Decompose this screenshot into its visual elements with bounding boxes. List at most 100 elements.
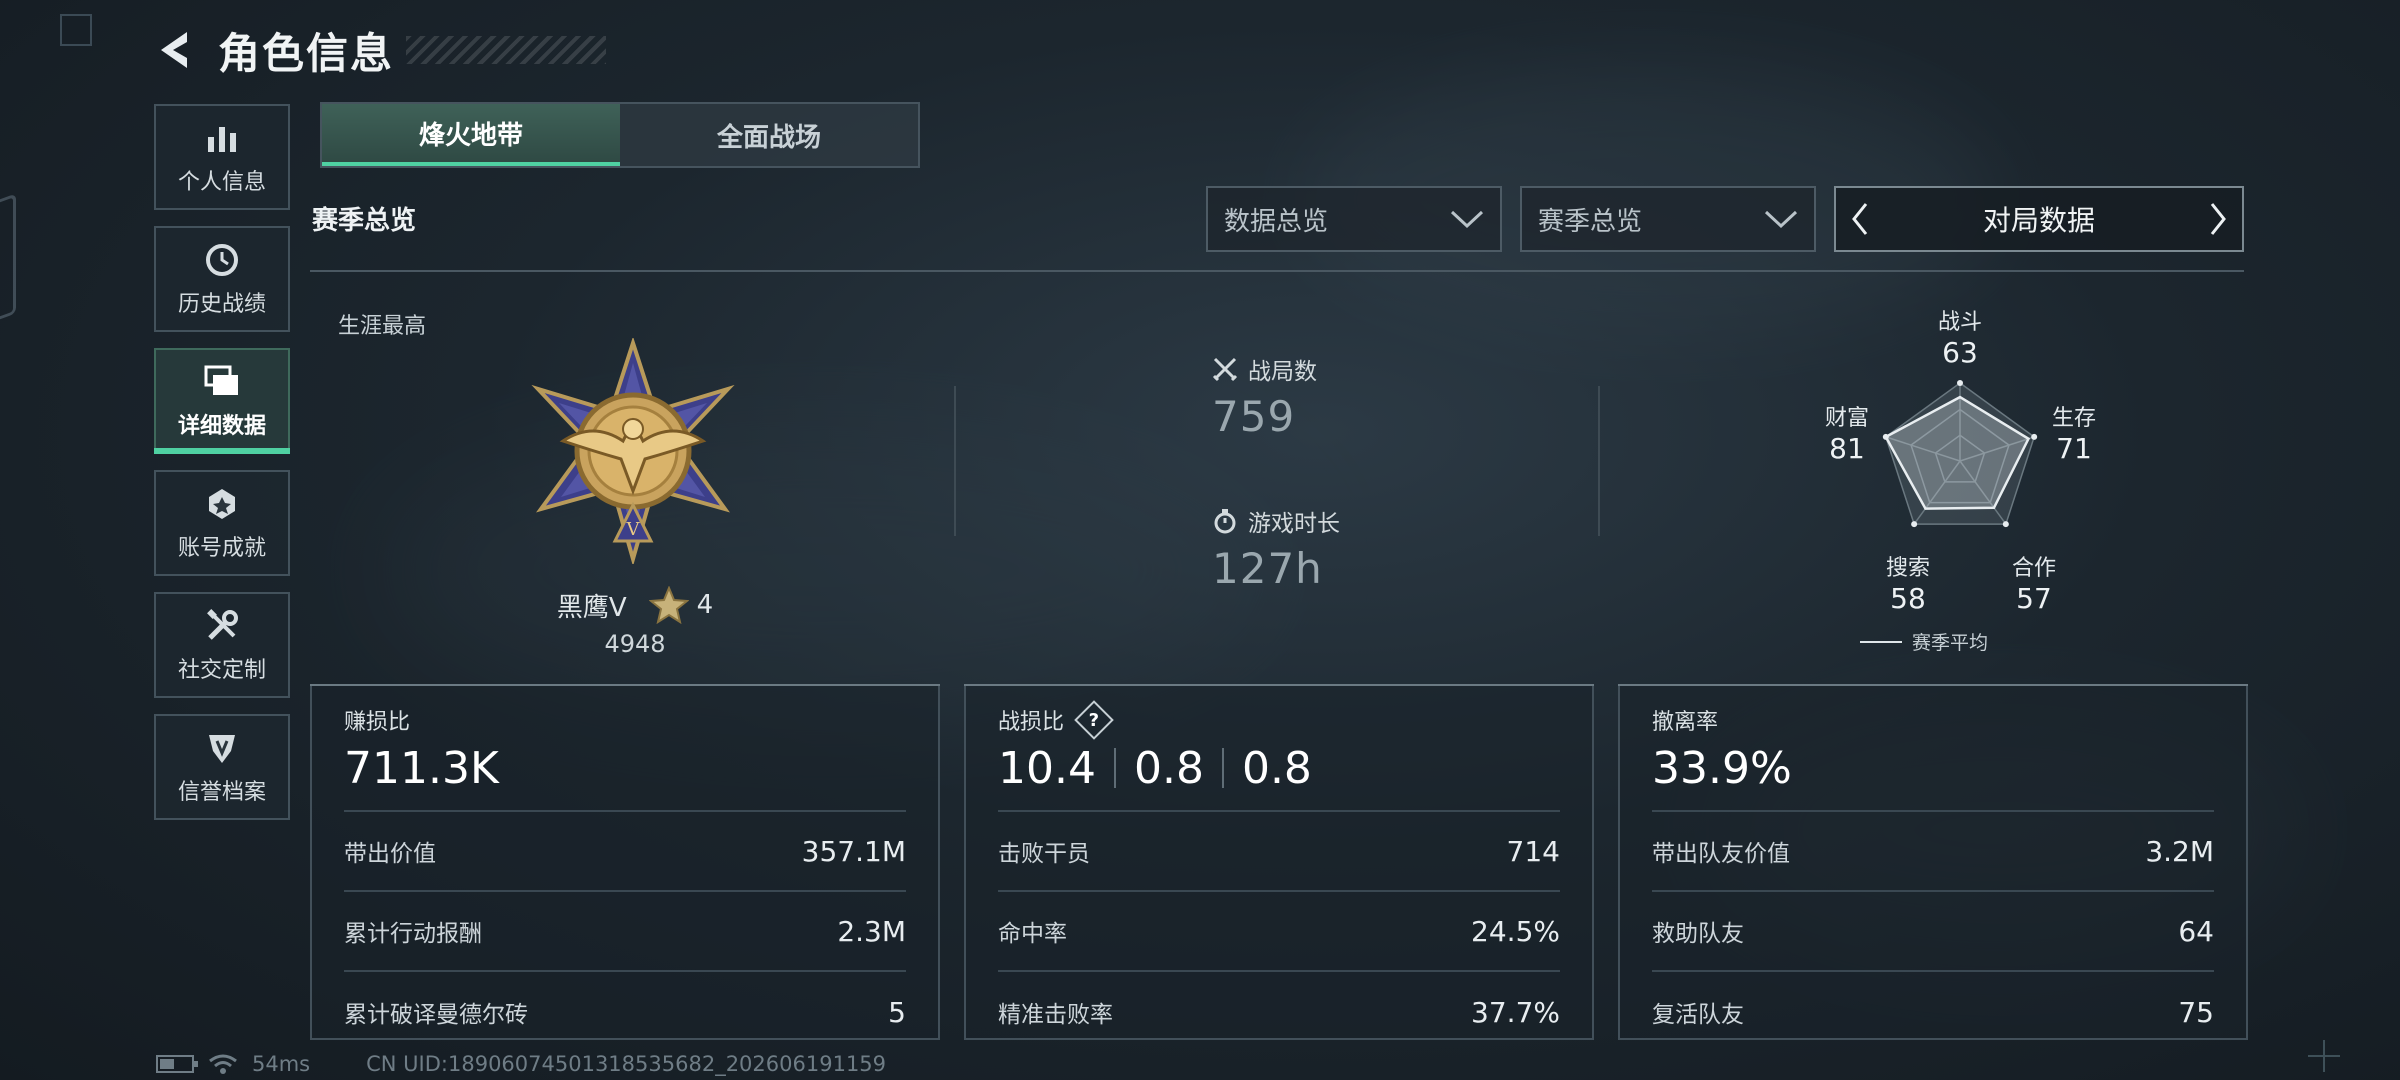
nav-detailed-data[interactable]: 详细数据 — [154, 348, 290, 454]
dropdown-value: 赛季总览 — [1538, 206, 1643, 237]
help-icon[interactable]: ? — [1074, 700, 1114, 740]
status-footer: 54ms CN UID:18906074501318535682_2026061… — [156, 1052, 886, 1076]
next-button[interactable] — [2194, 188, 2242, 250]
card-rows: 带出价值 357.1M 累计行动报酬 2.3M 累计破译曼德尔砖 5 — [344, 810, 906, 1052]
radar-axis-label: 财富 — [1824, 406, 1869, 431]
kd-card: 战损比 ? 10.4 0.8 0.8 击败干员 714 命中率 24.5% 精准击败… — [964, 684, 1594, 1040]
nav-social-custom[interactable]: 社交定制 — [154, 592, 290, 698]
career-best-label: 生涯最高 — [338, 314, 427, 339]
nav-label: 账号成就 — [177, 536, 266, 561]
data-overview-dropdown[interactable]: 数据总览 — [1206, 186, 1502, 252]
ratio-separator — [1113, 748, 1116, 788]
chevron-left-icon — [1852, 203, 1868, 235]
vertical-separator — [954, 386, 956, 536]
row-value: 64 — [2178, 914, 2214, 948]
nav-label: 个人信息 — [177, 170, 266, 195]
chevron-right-icon — [2210, 203, 2226, 235]
card-main-value: 711.3K — [344, 742, 499, 794]
title-stripe — [406, 36, 607, 64]
svg-text:V: V — [626, 519, 641, 540]
playtime-label-row: 游戏时长 — [1212, 504, 1340, 538]
section-title: 赛季总览 — [312, 206, 417, 236]
rank-line: 黑鹰V 4 — [500, 586, 770, 624]
row-label: 击败干员 — [998, 841, 1090, 867]
radar-axis-label: 战斗 — [1937, 310, 1982, 335]
row-label: 命中率 — [998, 921, 1067, 947]
row-value: 2.3M — [837, 914, 906, 948]
nav-label: 详细数据 — [177, 414, 266, 439]
card-title: 战损比 — [998, 710, 1065, 735]
radar-axis-label: 合作 — [2011, 556, 2056, 581]
nav-reputation[interactable]: 信誉档案 — [154, 714, 290, 820]
radar-vertex — [1911, 521, 1918, 528]
nav-history[interactable]: 历史战绩 — [154, 226, 290, 332]
star-icon — [648, 586, 689, 624]
cards-icon — [202, 362, 242, 402]
kd-value-2: 0.8 — [1133, 742, 1204, 794]
card-main-value: 10.4 0.8 0.8 — [998, 740, 1560, 796]
nav-label: 社交定制 — [177, 658, 266, 683]
prev-button[interactable] — [1836, 188, 1884, 250]
user-uid: CN UID:18906074501318535682_202606191159 — [366, 1052, 887, 1076]
crosshair-icon — [2308, 1040, 2340, 1072]
kd-value-1: 10.4 — [998, 742, 1096, 794]
nav-label: 信誉档案 — [177, 780, 266, 805]
tab-full-warfare[interactable]: 全面战场 — [620, 104, 918, 166]
legend-label: 赛季平均 — [1912, 632, 1989, 654]
ratio-separator — [1221, 748, 1224, 788]
radar-axis-value: 57 — [2016, 582, 2052, 615]
rank-medal: V — [520, 336, 746, 567]
stopwatch-icon — [1212, 508, 1238, 534]
edge-decoration — [0, 193, 16, 327]
stat-row: 累计破译曼德尔砖 5 — [344, 972, 906, 1052]
row-value: 24.5% — [1471, 914, 1560, 948]
chevron-down-icon — [1764, 210, 1798, 229]
card-title: 赚损比 — [344, 710, 411, 735]
divider — [310, 270, 2244, 272]
radar-chart: 战斗 63 生存 71 合作 57 搜索 58 财富 81 — [1760, 296, 2200, 666]
kd-value-3: 0.8 — [1241, 742, 1312, 794]
stat-row: 精准击败率 37.7% — [998, 972, 1560, 1052]
side-nav: 个人信息 历史战绩 详细数据 账号成就 社交定制 信誉档案 — [154, 104, 290, 836]
card-title: 撤离率 — [1652, 710, 1719, 735]
battery-icon — [156, 1055, 198, 1073]
playtime-stat: 游戏时长 127h — [1212, 504, 1340, 593]
match-data-switcher: 对局数据 — [1834, 186, 2244, 252]
row-label: 带出价值 — [344, 841, 436, 867]
matches-stat: 战局数 759 — [1212, 352, 1317, 441]
back-button[interactable] — [150, 25, 200, 75]
row-label: 带出队友价值 — [1652, 841, 1790, 867]
tab-hazard-zone[interactable]: 烽火地带 — [322, 104, 620, 166]
nav-label: 历史战绩 — [177, 292, 266, 317]
stat-row: 带出价值 357.1M — [344, 812, 906, 892]
nav-personal-info[interactable]: 个人信息 — [154, 104, 290, 210]
row-value: 75 — [2178, 995, 2214, 1029]
radar-axis-value: 63 — [1942, 336, 1978, 369]
season-dropdown[interactable]: 赛季总览 — [1520, 186, 1816, 252]
radar-axis-value: 81 — [1829, 432, 1865, 465]
header: 角色信息 — [150, 20, 607, 80]
radar-vertex — [2002, 521, 2009, 528]
radar-axis-label: 搜索 — [1885, 556, 1930, 581]
chevron-down-icon — [1450, 210, 1484, 229]
tools-icon — [202, 606, 242, 646]
help-glyph: ? — [1088, 709, 1100, 731]
vertical-separator — [1598, 386, 1600, 536]
row-label: 累计破译曼德尔砖 — [344, 1002, 528, 1028]
back-arrow-icon — [161, 32, 187, 68]
stat-row: 带出队友价值 3.2M — [1652, 812, 2214, 892]
row-value: 714 — [1506, 834, 1560, 868]
rank-stars: 4 — [696, 590, 714, 620]
stat-row: 击败干员 714 — [998, 812, 1560, 892]
nav-achievements[interactable]: 账号成就 — [154, 470, 290, 576]
card-rows: 击败干员 714 命中率 24.5% 精准击败率 37.7% — [998, 810, 1560, 1052]
row-label: 累计行动报酬 — [344, 921, 482, 947]
rank-name: 黑鹰V — [556, 592, 627, 623]
radar-axis-label: 生存 — [2051, 406, 2096, 431]
card-main-value: 33.9% — [1652, 742, 1792, 794]
row-value: 3.2M — [2145, 834, 2214, 868]
row-value: 5 — [888, 995, 906, 1029]
playtime-label: 游戏时长 — [1248, 511, 1340, 537]
row-label: 救助队友 — [1652, 921, 1744, 947]
radar-legend: 赛季平均 — [1860, 628, 1988, 655]
